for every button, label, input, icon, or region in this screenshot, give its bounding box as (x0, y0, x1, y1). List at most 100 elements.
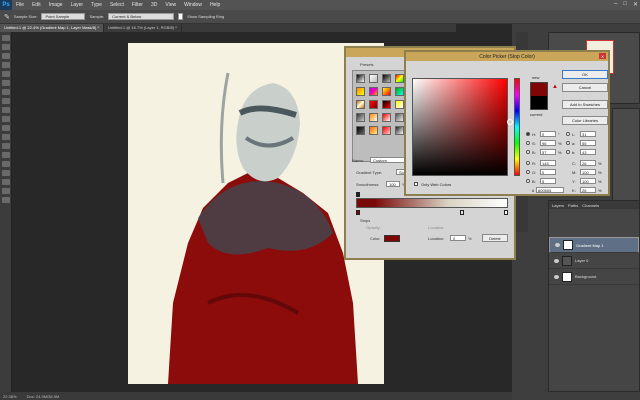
gradient-preset-swatch[interactable] (369, 100, 378, 109)
dodge-tool-icon[interactable] (2, 143, 10, 149)
current-color-swatch[interactable] (531, 96, 547, 109)
a-radio[interactable] (566, 141, 570, 145)
lasso-tool-icon[interactable] (2, 53, 10, 59)
color-stop-right[interactable] (504, 210, 508, 215)
type-tool-icon[interactable] (2, 161, 10, 167)
marquee-tool-icon[interactable] (2, 44, 10, 50)
shape-tool-icon[interactable] (2, 179, 10, 185)
blue-input[interactable]: 5 (540, 178, 556, 184)
green-radio[interactable] (526, 170, 530, 174)
cancel-button[interactable]: Cancel (562, 83, 608, 92)
eye-icon[interactable] (555, 243, 560, 247)
hex-input[interactable]: 800505 (536, 187, 564, 193)
gradient-preset-swatch[interactable] (369, 126, 378, 135)
path-select-icon[interactable] (2, 170, 10, 176)
sample-select[interactable]: Current & Below (108, 13, 175, 20)
yellow-input[interactable]: 100 (580, 178, 596, 184)
gradient-preset-swatch[interactable] (356, 87, 365, 96)
smoothness-input[interactable]: 100 (386, 181, 400, 187)
l-radio[interactable] (566, 132, 570, 136)
gradient-preset-swatch[interactable] (356, 100, 365, 109)
maximize-icon[interactable]: □ (623, 1, 627, 8)
menu-edit[interactable]: Edit (28, 2, 45, 8)
crop-tool-icon[interactable] (2, 62, 10, 68)
eye-icon[interactable] (554, 258, 559, 263)
gradient-preview-bar[interactable] (356, 198, 508, 208)
warning-icon[interactable]: ▲ (552, 84, 558, 90)
menu-type[interactable]: Type (87, 2, 106, 8)
blue-radio[interactable] (526, 179, 530, 183)
menu-window[interactable]: Window (180, 2, 206, 8)
eraser-tool-icon[interactable] (2, 116, 10, 122)
b-lab-input[interactable]: 43 (580, 149, 596, 155)
magenta-input[interactable]: 100 (580, 169, 596, 175)
gradient-preset-swatch[interactable] (369, 87, 378, 96)
brightness-radio[interactable] (526, 150, 530, 154)
gradient-preset-swatch[interactable] (395, 113, 404, 122)
saturation-brightness-field[interactable] (412, 78, 513, 176)
gradient-preset-swatch[interactable] (395, 126, 404, 135)
menu-filter[interactable]: Filter (128, 2, 147, 8)
layer-row[interactable]: Background (549, 269, 639, 285)
gradient-preset-swatch[interactable] (356, 126, 365, 135)
minimize-icon[interactable]: – (614, 1, 617, 8)
black-input[interactable]: 26 (580, 187, 596, 193)
saturation-input[interactable]: 96 (540, 140, 556, 146)
gradient-preset-swatch[interactable] (356, 113, 365, 122)
eyedropper-icon[interactable]: ✎ (4, 13, 10, 21)
blur-tool-icon[interactable] (2, 134, 10, 140)
menu-3d[interactable]: 3D (147, 2, 161, 8)
layer-row[interactable]: Layer 0 (549, 253, 639, 269)
menu-file[interactable]: File (12, 2, 28, 8)
menu-select[interactable]: Select (106, 2, 128, 8)
gradient-preset-swatch[interactable] (382, 113, 391, 122)
pen-tool-icon[interactable] (2, 152, 10, 158)
doc-tab-active[interactable]: Untitled-1 @ 22.4% (Gradient Map 1, Laye… (0, 24, 104, 32)
ok-button[interactable]: OK (562, 70, 608, 79)
cyan-input[interactable]: 26 (580, 160, 596, 166)
add-to-swatches-button[interactable]: Add to Swatches (562, 100, 608, 109)
show-ring-checkbox[interactable] (178, 13, 184, 20)
l-input[interactable]: 31 (580, 131, 596, 137)
eye-icon[interactable] (554, 274, 559, 279)
color-marker[interactable] (507, 119, 513, 125)
gradient-preset-swatch[interactable] (395, 74, 404, 83)
history-brush-icon[interactable] (2, 107, 10, 113)
color-stop-selected[interactable] (356, 210, 360, 215)
delete-stop-button[interactable]: Delete (482, 234, 508, 242)
green-input[interactable]: 0 (540, 169, 556, 175)
gradient-name-input[interactable]: Custom (370, 157, 406, 163)
menu-help[interactable]: Help (206, 2, 224, 8)
stamp-tool-icon[interactable] (2, 98, 10, 104)
gradient-preset-swatch[interactable] (369, 74, 378, 83)
zoom-tool-icon[interactable] (2, 197, 10, 203)
menu-layer[interactable]: Layer (67, 2, 88, 8)
brush-tool-icon[interactable] (2, 89, 10, 95)
gradient-preset-swatch[interactable] (382, 100, 391, 109)
brightness-input[interactable]: 57 (540, 149, 556, 155)
eyedropper-tool-icon[interactable] (2, 71, 10, 77)
close-icon[interactable]: ✕ (599, 53, 606, 59)
gradient-tool-icon[interactable] (2, 125, 10, 131)
a-input[interactable]: 55 (580, 140, 596, 146)
gradient-preset-swatch[interactable] (369, 113, 378, 122)
saturation-radio[interactable] (526, 141, 530, 145)
stop-color-chip[interactable] (384, 235, 400, 242)
gradient-preset-swatch[interactable] (356, 74, 365, 83)
color-stop-mid[interactable] (460, 210, 464, 215)
gradient-preset-swatch[interactable] (382, 74, 391, 83)
opacity-stop-left[interactable] (356, 192, 360, 197)
close-icon[interactable]: ✕ (633, 1, 638, 8)
tab-paths[interactable]: Paths (568, 203, 578, 208)
move-tool-icon[interactable] (2, 35, 10, 41)
hue-slider[interactable] (514, 78, 520, 176)
gradient-preset-swatch[interactable] (382, 126, 391, 135)
zoom-level[interactable]: 22.38% (3, 394, 17, 399)
tab-channels[interactable]: Channels (582, 203, 599, 208)
gradient-preset-swatch[interactable] (395, 87, 404, 96)
hue-radio[interactable] (526, 132, 530, 136)
hand-tool-icon[interactable] (2, 188, 10, 194)
healing-tool-icon[interactable] (2, 80, 10, 86)
b-lab-radio[interactable] (566, 150, 570, 154)
gradient-preset-swatch[interactable] (382, 87, 391, 96)
